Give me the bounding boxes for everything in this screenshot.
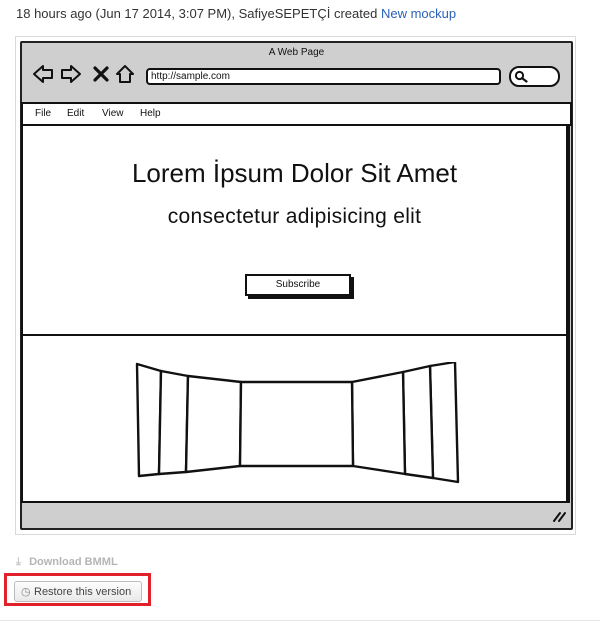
menu-bar: File Edit View Help	[21, 102, 572, 126]
window-title: A Web Page	[268, 47, 325, 58]
activity-text: 18 hours ago (Jun 17 2014, 3:07 PM), Saf…	[16, 6, 378, 21]
restore-label: Restore this version	[34, 586, 132, 598]
bottom-divider	[0, 620, 600, 621]
mockup-preview: A Web Page http://sample.com File Edit V…	[15, 36, 576, 535]
url-field: http://sample.com	[146, 68, 501, 85]
cover-flow-image	[135, 362, 460, 484]
browser-window: A Web Page http://sample.com File Edit V…	[20, 41, 573, 530]
headline: Lorem İpsum Dolor Sit Amet	[131, 158, 458, 188]
menu-edit: Edit	[67, 108, 85, 119]
new-mockup-link[interactable]: New mockup	[381, 6, 456, 21]
back-arrow-icon	[33, 65, 53, 83]
subheadline: consectetur adipisicing elit	[167, 205, 422, 228]
menu-view: View	[102, 108, 124, 119]
menu-file: File	[35, 108, 52, 119]
restore-version-button[interactable]: ◷ Restore this version	[14, 581, 142, 602]
download-bmml-link[interactable]: ⤓ Download BMML	[16, 556, 118, 569]
close-x-icon	[93, 66, 109, 82]
download-label: Download BMML	[29, 556, 118, 568]
resize-handle-icon	[553, 512, 566, 522]
subscribe-button: Subscribe	[245, 274, 351, 296]
search-field	[509, 66, 560, 87]
activity-line: 18 hours ago (Jun 17 2014, 3:07 PM), Saf…	[16, 6, 456, 21]
content-divider	[23, 334, 566, 336]
search-icon	[514, 70, 528, 83]
home-icon	[116, 65, 134, 83]
download-icon: ⤓	[16, 556, 21, 568]
forward-arrow-icon	[61, 65, 81, 83]
history-icon: ◷	[21, 586, 31, 598]
menu-help: Help	[140, 108, 161, 119]
mockup-page-content: Lorem İpsum Dolor Sit Amet consectetur a…	[21, 124, 570, 503]
